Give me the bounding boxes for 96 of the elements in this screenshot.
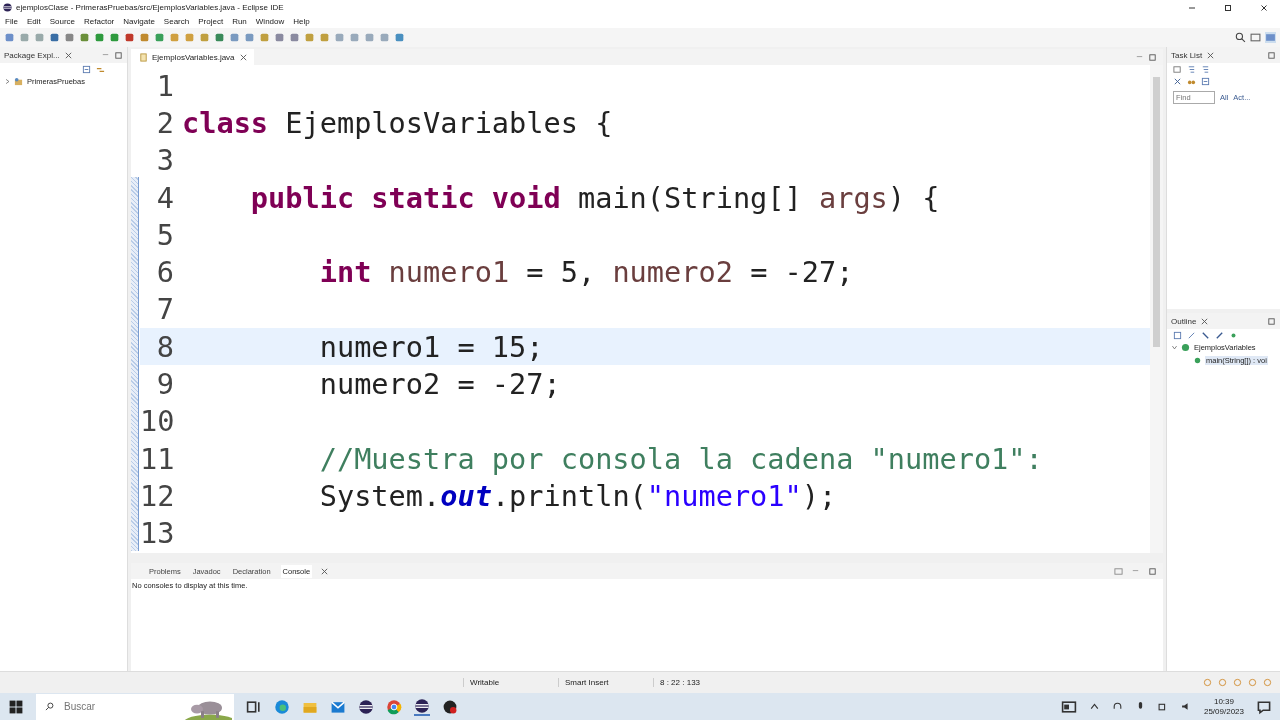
collapse-all-icon[interactable] xyxy=(82,64,91,74)
eclipse-icon[interactable] xyxy=(414,697,430,716)
line-number: 13 xyxy=(140,516,174,551)
console-icon[interactable] xyxy=(1114,566,1123,576)
task-view-icon[interactable] xyxy=(246,698,262,715)
java-file-icon xyxy=(139,52,148,62)
project-icon xyxy=(14,77,23,86)
toolbar-icon[interactable] xyxy=(274,32,285,43)
line-number: 4 xyxy=(155,180,174,215)
filter-icon[interactable] xyxy=(1187,64,1196,74)
toolbar-icon[interactable] xyxy=(34,32,45,43)
menu-item[interactable]: Source xyxy=(49,17,76,26)
chevron-up-icon[interactable] xyxy=(1088,701,1100,712)
news-widget-icon[interactable] xyxy=(1060,698,1077,715)
line-number: 5 xyxy=(155,217,174,252)
editor-tab[interactable]: EjemplosVariables.java xyxy=(131,49,254,65)
toolbar-icon[interactable] xyxy=(304,32,315,43)
toolbar-icon[interactable] xyxy=(334,32,345,43)
view-tab[interactable]: Task List xyxy=(1171,50,1203,60)
toolbar-icon[interactable] xyxy=(319,32,330,43)
class-icon xyxy=(1181,343,1190,352)
view-tab[interactable]: Outline xyxy=(1171,316,1197,326)
toolbar-icon[interactable] xyxy=(394,32,405,43)
code-line: numero1 = 15; xyxy=(318,329,544,364)
line-number: 8 xyxy=(155,329,174,364)
code-line: int numero1 = 5, numero2 = -27; xyxy=(318,255,854,290)
toolbar-icon[interactable] xyxy=(64,32,75,43)
code-line: System.out.println("numero1"); xyxy=(318,478,837,513)
menu-item[interactable]: Refactor xyxy=(84,17,115,26)
menu-item[interactable]: File xyxy=(5,17,18,26)
collapse-all-icon[interactable] xyxy=(1173,330,1182,340)
toolbar-icon[interactable] xyxy=(124,32,135,43)
toolbar-icon[interactable] xyxy=(154,32,165,43)
line-number: 7 xyxy=(155,292,174,327)
toolbar-icon[interactable] xyxy=(169,32,180,43)
app-icon[interactable] xyxy=(442,698,458,715)
toolbar-icon[interactable] xyxy=(259,32,270,43)
status-field: 8 : 22 : 133 xyxy=(653,678,742,687)
search-icon xyxy=(45,701,54,711)
code-line: class EjemplosVariables { xyxy=(182,105,613,140)
toolbar-icon[interactable] xyxy=(244,32,255,43)
menu-item[interactable]: Navigate xyxy=(123,17,155,26)
collapse-all-icon[interactable] xyxy=(1201,76,1210,86)
toolbar-icon[interactable] xyxy=(49,32,60,43)
new-task-icon[interactable] xyxy=(1173,64,1182,74)
code-line: //Muestra por consola la cadena "numero1": xyxy=(318,441,1043,476)
line-number: 3 xyxy=(155,143,174,178)
code-line: public static void main(String[] args) { xyxy=(249,180,940,215)
line-number: 9 xyxy=(155,367,174,401)
code-line: numero2 = -27; xyxy=(318,367,561,401)
toolbar-icon[interactable] xyxy=(199,32,210,43)
menu-item[interactable]: Project xyxy=(198,17,224,26)
menu-item[interactable]: Window xyxy=(255,17,285,26)
windows-start-icon[interactable] xyxy=(8,698,24,715)
toolbar-icon[interactable] xyxy=(184,32,195,43)
clock-time[interactable]: 10:39 xyxy=(1213,696,1234,707)
method-icon xyxy=(1193,356,1202,365)
clock-date[interactable]: 25/09/2023 xyxy=(1203,706,1244,717)
line-number: 10 xyxy=(140,404,174,439)
toolbar-icon[interactable] xyxy=(229,32,240,43)
menu-item[interactable]: Run xyxy=(232,17,247,26)
menu-item[interactable]: Edit xyxy=(26,17,41,26)
toolbar-icon[interactable] xyxy=(379,32,390,43)
toolbar-icon[interactable] xyxy=(19,32,30,43)
toolbar-icon[interactable] xyxy=(289,32,300,43)
toolbar-icon[interactable] xyxy=(214,32,225,43)
toolbar-icon[interactable] xyxy=(349,32,360,43)
close-icon[interactable] xyxy=(238,52,248,62)
java-perspective-icon[interactable] xyxy=(1265,32,1276,43)
chrome-icon[interactable] xyxy=(386,698,402,715)
eclipse-logo-icon xyxy=(3,3,12,12)
maximize-icon[interactable] xyxy=(1223,2,1233,13)
search-icon[interactable] xyxy=(1235,32,1246,43)
notification-icon[interactable] xyxy=(1256,698,1272,715)
line-number: 11 xyxy=(140,441,174,476)
menu-item[interactable]: Help xyxy=(293,17,310,26)
status-field: Smart Insert xyxy=(558,678,647,687)
toolbar-icon[interactable] xyxy=(94,32,105,43)
status-field: Writable xyxy=(463,678,552,687)
perspective-icon[interactable] xyxy=(1250,32,1261,43)
toolbar-icon[interactable] xyxy=(139,32,150,43)
edge-browser-icon[interactable] xyxy=(274,698,290,715)
eclipse-icon[interactable] xyxy=(358,698,374,715)
vertical-scrollbar[interactable] xyxy=(1150,65,1163,553)
menu-item[interactable]: Search xyxy=(163,17,190,26)
line-number: 12 xyxy=(140,478,174,513)
window-title: ejemplosClase - PrimerasPruebas/src/EjemplosVariables.java - Eclipse IDE xyxy=(16,3,284,12)
line-number: 6 xyxy=(155,255,174,290)
close-icon[interactable] xyxy=(1259,2,1269,13)
line-number: 1 xyxy=(155,68,174,103)
toolbar-icon[interactable] xyxy=(79,32,90,43)
line-number: 2 xyxy=(155,105,174,140)
toolbar-icon[interactable] xyxy=(4,32,15,43)
filter-icon[interactable] xyxy=(1201,64,1210,74)
toolbar-icon[interactable] xyxy=(109,32,120,43)
toolbar-icon[interactable] xyxy=(364,32,375,43)
